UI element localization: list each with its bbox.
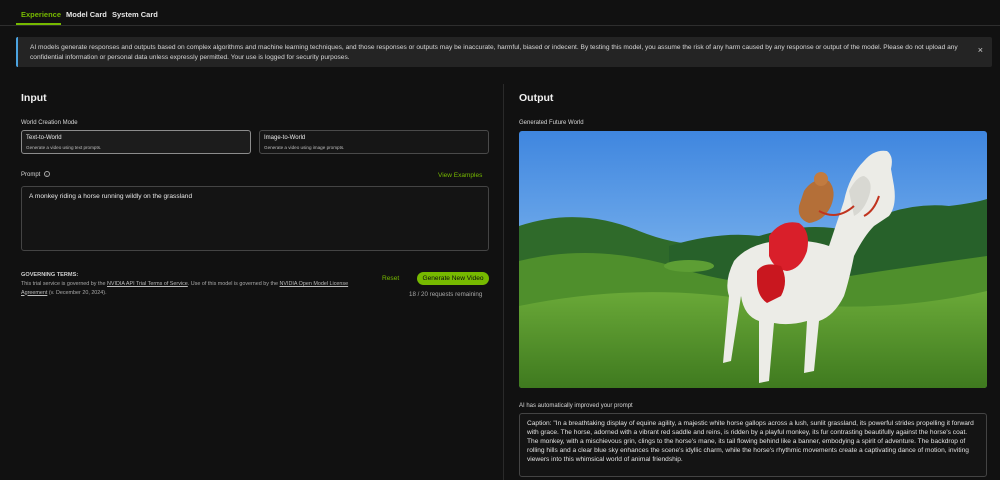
active-tab-indicator [16,23,61,25]
governing-terms-title: GOVERNING TERMS: [21,272,79,278]
reset-button[interactable]: Reset [382,275,399,282]
info-icon[interactable]: i [44,171,50,177]
mode-title: Image-to-World [264,135,306,141]
terms-text-part: (v. December 20, 2024). [47,289,107,296]
mode-text-to-world[interactable]: Text-to-World Generate a video using tex… [21,130,251,154]
requests-remaining: 18 / 20 requests remaining [409,291,483,298]
mode-description: Generate a video using text prompts. [26,145,102,150]
view-examples-link[interactable]: View Examples [438,172,482,179]
terms-text-part: This trial service is governed by the [21,281,107,287]
terms-text-part: . Use of this model is governed by the [187,281,280,287]
prompt-input[interactable]: A monkey riding a horse running wildly o… [21,186,489,251]
governing-terms-text: This trial service is governed by the NV… [21,280,361,297]
improved-prompt-label: AI has automatically improved your promp… [519,403,633,409]
generate-video-button[interactable]: Generate New Video [417,272,489,285]
mode-description: Generate a video using image prompts. [264,145,345,150]
mode-image-to-world[interactable]: Image-to-World Generate a video using im… [259,130,489,154]
panel-divider [503,84,504,480]
generated-world-label: Generated Future World [519,120,584,126]
tab-experience[interactable]: Experience [21,10,61,19]
input-title: Input [21,92,47,104]
tab-model-card[interactable]: Model Card [66,10,107,19]
disclaimer-text: AI models generate responses and outputs… [30,44,958,61]
improved-prompt-caption: Caption: "In a breathtaking display of e… [519,413,987,477]
disclaimer-banner: AI models generate responses and outputs… [16,37,992,67]
top-tab-bar: Experience Model Card System Card [0,0,1000,26]
video-frame-illustration [519,131,987,388]
mode-title: Text-to-World [26,135,62,141]
close-icon[interactable]: × [978,45,983,55]
generated-video-frame[interactable] [519,131,987,388]
tab-system-card[interactable]: System Card [112,10,158,19]
prompt-label: Prompt [21,172,41,178]
output-title: Output [519,92,554,104]
trial-terms-link[interactable]: NVIDIA API Trial Terms of Service [107,281,188,287]
world-creation-mode-label: World Creation Mode [21,120,78,126]
